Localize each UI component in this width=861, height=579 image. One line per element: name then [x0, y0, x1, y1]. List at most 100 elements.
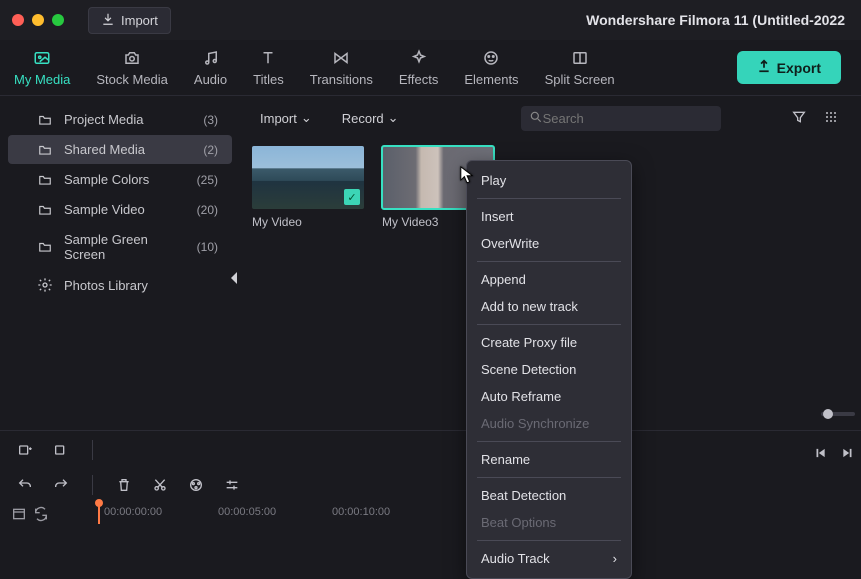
sidebar-item-project-media[interactable]: Project Media (3) — [8, 105, 232, 134]
record-label: Record — [342, 111, 384, 126]
sidebar-item-sample-green-screen[interactable]: Sample Green Screen (10) — [8, 225, 232, 269]
sidebar-item-shared-media[interactable]: Shared Media (2) — [8, 135, 232, 164]
adjust-icon[interactable] — [223, 476, 241, 494]
menu-item-rename[interactable]: Rename — [467, 446, 631, 473]
playhead[interactable] — [98, 502, 100, 524]
redo-icon[interactable] — [52, 476, 70, 494]
camera-icon — [120, 48, 144, 68]
tab-audio[interactable]: Audio — [194, 48, 227, 87]
tab-label: Audio — [194, 72, 227, 87]
collapse-sidebar-button[interactable] — [231, 272, 237, 284]
close-window[interactable] — [12, 14, 24, 26]
timeline-ruler[interactable]: 00:00:00:00 00:00:05:00 00:00:10:00 — [0, 502, 861, 524]
tab-label: Split Screen — [545, 72, 615, 87]
tab-effects[interactable]: Effects — [399, 48, 439, 87]
prev-frame-icon[interactable] — [813, 446, 827, 463]
color-icon[interactable] — [187, 476, 205, 494]
tab-split-screen[interactable]: Split Screen — [545, 48, 615, 87]
sidebar-label: Project Media — [64, 112, 193, 127]
menu-item-add-to-new-track[interactable]: Add to new track — [467, 293, 631, 320]
menu-item-insert[interactable]: Insert — [467, 203, 631, 230]
filter-icon[interactable] — [791, 109, 807, 128]
ruler-tick: 00:00:00:00 — [104, 506, 162, 518]
import-label: Import — [121, 13, 158, 28]
tab-stock-media[interactable]: Stock Media — [96, 48, 168, 87]
menu-item-beat-options: Beat Options — [467, 509, 631, 536]
menu-item-append[interactable]: Append — [467, 266, 631, 293]
music-icon — [199, 48, 223, 68]
export-icon — [757, 59, 771, 76]
menu-item-auto-reframe[interactable]: Auto Reframe — [467, 383, 631, 410]
grid-icon[interactable] — [823, 109, 839, 128]
sidebar-item-sample-video[interactable]: Sample Video (20) — [8, 195, 232, 224]
separator — [92, 475, 93, 495]
zoom-slider[interactable] — [821, 412, 855, 416]
menu-item-overwrite[interactable]: OverWrite — [467, 230, 631, 257]
timeline-options-icon[interactable] — [10, 505, 28, 523]
minimize-window[interactable] — [32, 14, 44, 26]
menu-item-create-proxy-file[interactable]: Create Proxy file — [467, 329, 631, 356]
sidebar-item-sample-colors[interactable]: Sample Colors (25) — [8, 165, 232, 194]
titlebar-import-button[interactable]: Import — [88, 7, 171, 34]
effects-icon — [407, 48, 431, 68]
app-title: Wondershare Filmora 11 (Untitled-2022 — [586, 12, 849, 28]
clip-item[interactable]: ✓ My Video — [252, 146, 364, 229]
menu-separator — [477, 477, 621, 478]
record-dropdown[interactable]: Record ⌄ — [334, 106, 407, 130]
menu-separator — [477, 324, 621, 325]
tab-elements[interactable]: Elements — [464, 48, 518, 87]
add-media-icon[interactable] — [16, 441, 34, 459]
sidebar: Project Media (3) Shared Media (2) Sampl… — [0, 96, 240, 430]
menu-separator — [477, 540, 621, 541]
split-icon — [568, 48, 592, 68]
transitions-icon — [329, 48, 353, 68]
sidebar-count: (2) — [203, 143, 218, 157]
playback-controls — [813, 446, 855, 463]
context-menu: Play InsertOverWrite AppendAdd to new trac… — [466, 160, 632, 579]
folder-icon — [36, 113, 54, 127]
menu-separator — [477, 441, 621, 442]
folder-icon — [36, 143, 54, 157]
export-button[interactable]: Export — [737, 51, 841, 84]
media-icon — [30, 48, 54, 68]
next-frame-icon[interactable] — [841, 446, 855, 463]
clip-thumbnail[interactable]: ✓ — [252, 146, 364, 209]
undo-icon[interactable] — [16, 476, 34, 494]
search-field[interactable] — [521, 106, 721, 131]
slider-knob[interactable] — [823, 409, 833, 419]
sync-icon[interactable] — [32, 505, 50, 523]
cut-icon[interactable] — [151, 476, 169, 494]
menu-item-audio-track[interactable]: Audio Track — [467, 545, 631, 572]
new-bin-icon[interactable] — [52, 441, 70, 459]
search-input[interactable] — [543, 111, 713, 126]
sidebar-count: (25) — [197, 173, 218, 187]
tab-my-media[interactable]: My Media — [14, 48, 70, 87]
tab-transitions[interactable]: Transitions — [310, 48, 373, 87]
sidebar-item-photos-library[interactable]: Photos Library — [8, 270, 232, 300]
menu-item-play[interactable]: Play — [467, 167, 631, 194]
import-icon — [101, 12, 115, 29]
sidebar-count: (3) — [203, 113, 218, 127]
tab-label: My Media — [14, 72, 70, 87]
chevron-down-icon: ⌄ — [388, 110, 399, 126]
main-tabs: My Media Stock Media Audio Titles Transi… — [0, 40, 861, 96]
maximize-window[interactable] — [52, 14, 64, 26]
sidebar-count: (20) — [197, 203, 218, 217]
search-icon — [529, 110, 543, 127]
import-label: Import — [260, 111, 297, 126]
delete-icon[interactable] — [115, 476, 133, 494]
separator — [92, 440, 93, 460]
clip-label: My Video — [252, 215, 364, 229]
sidebar-label: Sample Colors — [64, 172, 187, 187]
menu-item-scene-detection[interactable]: Scene Detection — [467, 356, 631, 383]
folder-icon — [36, 203, 54, 217]
ruler-tick: 00:00:05:00 — [218, 506, 276, 518]
timeline-tools — [0, 430, 861, 468]
sidebar-label: Sample Video — [64, 202, 187, 217]
tab-titles[interactable]: Titles — [253, 48, 284, 87]
import-dropdown[interactable]: Import ⌄ — [252, 106, 320, 130]
content-area: Project Media (3) Shared Media (2) Sampl… — [0, 96, 861, 430]
sidebar-count: (10) — [197, 240, 218, 254]
menu-item-beat-detection[interactable]: Beat Detection — [467, 482, 631, 509]
tab-label: Elements — [464, 72, 518, 87]
